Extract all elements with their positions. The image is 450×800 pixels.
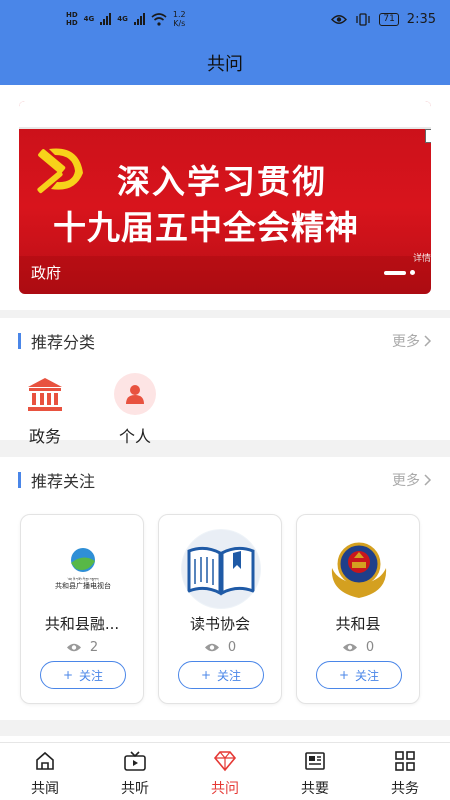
network-label-2: 4G xyxy=(117,15,128,23)
eye-icon xyxy=(66,643,81,652)
tab-label: 共要 xyxy=(301,781,329,797)
tv-station-logo: ༄༅། ཁྲི་ཀ་རྫོང་གི་རྒྱང་བསྒྲགས། 共和县广播电视台 xyxy=(43,529,123,609)
clock: 2:35 xyxy=(406,12,436,27)
eye-icon xyxy=(342,643,357,652)
view-count-value: 0 xyxy=(227,640,237,655)
signal-icon-2 xyxy=(133,13,145,25)
follow-button[interactable]: + 关注 xyxy=(178,661,264,689)
banner-caption-bar xyxy=(19,256,431,294)
more-label: 更多 xyxy=(392,473,420,489)
follow-label: 关注 xyxy=(217,668,242,683)
view-count: 0 xyxy=(297,640,419,655)
follow-label: 关注 xyxy=(79,668,104,683)
tab-label: 共闻 xyxy=(31,781,59,797)
banner-side-marker xyxy=(425,129,431,143)
category-personal[interactable]: 个人 xyxy=(105,373,165,447)
follow-label: 关注 xyxy=(355,668,380,683)
view-count: 2 xyxy=(21,640,143,655)
follow-card[interactable]: ༄༅། ཁྲི་ཀ་རྫོང་གི་རྒྱང་བསྒྲགས། 共和县广播电视台 … xyxy=(20,514,144,704)
view-count-value: 0 xyxy=(365,640,375,655)
logo-text: 共和县广播电视台 xyxy=(55,582,111,590)
battery-indicator: 71 xyxy=(379,13,399,26)
app-header: HD HD 4G 4G 1.2 K/s 71 2:35 共问 xyxy=(0,0,450,85)
hammer-sickle-icon xyxy=(37,148,83,194)
follow-card[interactable]: 读书协会 0 + 关注 xyxy=(158,514,282,704)
card-name: 读书协会 xyxy=(189,615,250,633)
vibrate-icon xyxy=(356,13,370,26)
person-icon xyxy=(114,373,156,415)
banner-section: 深入学习贯彻 十九届五中全会精神 详情 政府 xyxy=(0,85,450,310)
tab-label: 共听 xyxy=(121,781,149,797)
card-name: 共和县 xyxy=(335,615,381,633)
section-accent-bar xyxy=(18,333,21,349)
category-government[interactable]: 政务 xyxy=(15,373,75,447)
wifi-icon xyxy=(151,12,167,26)
network-label-1: 4G xyxy=(83,15,95,23)
globe-icon xyxy=(71,548,95,572)
page-title: 共问 xyxy=(207,54,243,75)
chevron-right-icon xyxy=(424,474,432,486)
government-building-icon xyxy=(24,373,66,415)
more-link[interactable]: 更多 xyxy=(392,470,432,490)
view-count-value: 2 xyxy=(89,640,99,655)
tab-gongting[interactable]: 共听 xyxy=(90,743,180,800)
section-header: 推荐分类 xyxy=(18,332,96,352)
chevron-right-icon xyxy=(424,335,432,347)
more-label: 更多 xyxy=(392,334,420,350)
hd-label-2: HD xyxy=(66,19,78,27)
tab-gongwu[interactable]: 共务 xyxy=(360,743,450,800)
hd-label-1: HD xyxy=(66,11,78,19)
diamond-icon xyxy=(213,751,237,772)
carousel-dot xyxy=(410,270,415,275)
home-icon xyxy=(36,751,54,770)
banner-carousel[interactable]: 深入学习贯彻 十九届五中全会精神 详情 政府 xyxy=(19,101,431,294)
carousel-dot-active xyxy=(384,270,406,275)
category-label: 个人 xyxy=(118,427,151,446)
tab-gongwen-ask[interactable]: 共问 xyxy=(180,743,270,800)
category-label: 政务 xyxy=(28,427,61,446)
recommended-categories-section: 推荐分类 更多 政务 个人 xyxy=(0,318,450,446)
status-bar: HD HD 4G 4G 1.2 K/s 71 2:35 xyxy=(0,10,450,32)
view-count: 0 xyxy=(159,640,281,655)
police-emblem-logo xyxy=(319,529,399,609)
news-icon xyxy=(305,752,325,770)
book-logo xyxy=(181,529,261,609)
banner-caption: 政府 xyxy=(31,264,62,282)
banner-top-strip xyxy=(19,101,431,129)
banner-headline-2: 十九届五中全会精神 xyxy=(53,208,359,247)
carousel-indicator xyxy=(384,270,415,275)
signal-icon-1 xyxy=(100,13,112,25)
police-emblem-icon xyxy=(331,542,387,598)
follow-card[interactable]: 共和县 0 + 关注 xyxy=(296,514,420,704)
tab-gongwen[interactable]: 共闻 xyxy=(0,743,90,800)
video-icon xyxy=(124,751,146,771)
tab-gongyao[interactable]: 共要 xyxy=(270,743,360,800)
more-link[interactable]: 更多 xyxy=(392,331,432,351)
speed-unit: K/s xyxy=(173,19,186,28)
banner-headline-1: 深入学习贯彻 xyxy=(117,162,327,201)
section-header: 推荐关注 xyxy=(18,471,96,491)
section-accent-bar xyxy=(18,472,21,488)
tab-label: 共问 xyxy=(211,781,239,797)
section-title: 推荐关注 xyxy=(31,472,96,491)
speed-value: 1.2 xyxy=(172,10,186,19)
eye-icon xyxy=(204,643,219,652)
eye-icon xyxy=(331,15,348,24)
tab-label: 共务 xyxy=(391,781,419,797)
card-name: 共和县融... xyxy=(44,615,120,633)
section-title: 推荐分类 xyxy=(31,333,96,352)
plus-icon: + xyxy=(200,668,212,682)
grid-icon xyxy=(395,751,415,771)
hd-indicators: HD HD xyxy=(66,11,78,27)
recommended-follows-section: 推荐关注 更多 ༄༅། ཁྲི་ཀ་རྫོང་གི་རྒྱང་བསྒྲགས། 共… xyxy=(0,457,450,720)
network-speed: 1.2 K/s xyxy=(173,10,186,28)
follow-button[interactable]: + 关注 xyxy=(316,661,402,689)
bottom-tab-bar: 共闻 共听 共问 共要 共务 xyxy=(0,742,450,800)
open-book-icon xyxy=(182,530,260,608)
plus-icon: + xyxy=(338,668,350,682)
follow-button[interactable]: + 关注 xyxy=(40,661,126,689)
plus-icon: + xyxy=(62,668,74,682)
